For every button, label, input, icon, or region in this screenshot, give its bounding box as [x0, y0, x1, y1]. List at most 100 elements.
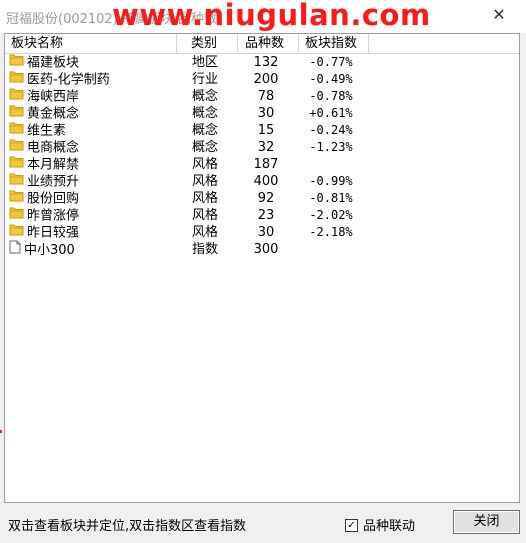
- checkbox-box[interactable]: ✓: [345, 519, 358, 532]
- sector-name: 中小300: [24, 243, 75, 258]
- sector-name: 业绩预升: [27, 174, 80, 190]
- sector-name-cell: 昨日较强: [9, 224, 177, 241]
- sector-count: 132: [253, 55, 279, 70]
- folder-icon: [9, 189, 24, 207]
- column-header-type[interactable]: 类别: [177, 34, 238, 53]
- sector-name-cell: 维生素: [9, 122, 177, 139]
- sector-index[interactable]: +0.61%: [301, 105, 361, 122]
- sector-type: 风格: [192, 174, 219, 189]
- list-item[interactable]: 业绩预升 风格 400 -0.99%: [5, 173, 519, 190]
- sector-type: 风格: [192, 225, 219, 240]
- list-item[interactable]: 维生素 概念 15 -0.24%: [5, 122, 519, 139]
- sector-type: 指数: [192, 242, 219, 257]
- status-bar: 双击查看板块并定位,双击指数区查看指数 ✓ 品种联动 关闭: [0, 505, 526, 543]
- list-item[interactable]: 福建板块 地区 132 -0.77%: [5, 54, 519, 71]
- sector-name: 电商概念: [27, 140, 80, 156]
- sector-name-cell: 海峡西岸: [9, 88, 177, 105]
- folder-icon: [9, 121, 24, 139]
- sector-index[interactable]: -2.02%: [301, 207, 361, 224]
- column-header-name[interactable]: 板块名称: [5, 34, 177, 53]
- sector-count: 23: [257, 208, 275, 223]
- sector-name: 海峡西岸: [27, 89, 80, 105]
- sector-count: 187: [253, 157, 279, 172]
- sector-name: 医药-化学制药: [27, 72, 110, 88]
- sector-type: 概念: [192, 123, 219, 138]
- sector-name-cell: 股份回购: [9, 190, 177, 207]
- folder-icon: [9, 206, 24, 224]
- sector-name-cell: 电商概念: [9, 139, 177, 156]
- sector-type: 行业: [192, 72, 219, 87]
- list-item[interactable]: 海峡西岸 概念 78 -0.78%: [5, 88, 519, 105]
- sector-list[interactable]: 板块名称 类别 品种数 板块指数 福建板块 地区 132 -0.77% 医药-化学制药 行…: [4, 33, 520, 503]
- column-header-index[interactable]: 板块指数: [299, 34, 369, 53]
- sector-index[interactable]: -0.49%: [301, 71, 361, 88]
- watermark-text: www.niugulan.com: [112, 0, 431, 32]
- sector-name-cell: 福建板块: [9, 54, 177, 71]
- sector-type: 概念: [192, 89, 219, 104]
- sector-count: 92: [257, 191, 275, 206]
- list-body: 福建板块 地区 132 -0.77% 医药-化学制药 行业 200 -0.49% 海峡西岸 概念 7…: [5, 54, 519, 258]
- hint-text: 双击查看板块并定位,双击指数区查看指数: [8, 519, 247, 534]
- close-icon[interactable]: ✕: [490, 6, 508, 24]
- sector-count: 32: [257, 140, 275, 155]
- sector-index[interactable]: -0.99%: [301, 173, 361, 190]
- sector-name: 昨曾涨停: [27, 208, 80, 224]
- sector-count: 30: [257, 106, 275, 121]
- list-item[interactable]: 电商概念 概念 32 -1.23%: [5, 139, 519, 156]
- folder-icon: [9, 155, 24, 173]
- sector-name-cell: 业绩预升: [9, 173, 177, 190]
- sector-name: 本月解禁: [27, 157, 80, 173]
- sector-type: 概念: [192, 106, 219, 121]
- folder-icon: [9, 223, 24, 241]
- sector-type: 概念: [192, 140, 219, 155]
- list-item[interactable]: 中小300 指数 300: [5, 240, 519, 259]
- sector-count: 200: [253, 72, 279, 87]
- sector-index[interactable]: -2.18%: [301, 224, 361, 241]
- linkage-label: 品种联动: [363, 519, 416, 534]
- list-item[interactable]: 医药-化学制药 行业 200 -0.49%: [5, 71, 519, 88]
- sector-type: 风格: [192, 208, 219, 223]
- sector-count: 30: [257, 225, 275, 240]
- sector-name-cell: 昨曾涨停: [9, 207, 177, 224]
- sector-name: 黄金概念: [27, 106, 80, 122]
- list-item[interactable]: 本月解禁 风格 187: [5, 156, 519, 173]
- sector-name-cell: 黄金概念: [9, 105, 177, 122]
- list-item[interactable]: 昨曾涨停 风格 23 -2.02%: [5, 207, 519, 224]
- linkage-checkbox[interactable]: ✓ 品种联动: [345, 515, 415, 534]
- sector-count: 78: [257, 89, 275, 104]
- sector-name: 福建板块: [27, 55, 80, 71]
- sector-type: 风格: [192, 191, 219, 206]
- sector-count: 15: [257, 123, 275, 138]
- sector-index[interactable]: -0.24%: [301, 122, 361, 139]
- list-item[interactable]: 股份回购 风格 92 -0.81%: [5, 190, 519, 207]
- sector-name-cell: 本月解禁: [9, 156, 177, 173]
- sector-index[interactable]: [301, 241, 361, 258]
- sector-type: 地区: [192, 55, 219, 70]
- list-header: 板块名称 类别 品种数 板块指数: [5, 34, 519, 54]
- title-bar: 冠福股份(002102) 所属板块 品种数 www.niugulan.com ✕: [0, 0, 526, 33]
- sector-name-cell: 医药-化学制药: [9, 71, 177, 88]
- sector-index[interactable]: -0.81%: [301, 190, 361, 207]
- sector-index[interactable]: -0.78%: [301, 88, 361, 105]
- folder-icon: [9, 172, 24, 190]
- edge-mark: [0, 430, 2, 433]
- sector-index[interactable]: -0.77%: [301, 54, 361, 71]
- sector-name: 昨日较强: [27, 225, 80, 241]
- column-header-count[interactable]: 品种数: [238, 34, 299, 53]
- folder-icon: [9, 138, 24, 156]
- sector-count: 300: [253, 242, 279, 257]
- sector-index[interactable]: [301, 156, 361, 173]
- folder-icon: [9, 87, 24, 105]
- sector-index[interactable]: -1.23%: [301, 139, 361, 156]
- sector-name: 维生素: [27, 123, 67, 139]
- close-button[interactable]: 关闭: [453, 510, 520, 534]
- sector-name-cell: 中小300: [9, 240, 177, 259]
- sector-name: 股份回购: [27, 191, 80, 207]
- folder-icon: [9, 104, 24, 122]
- document-icon: [9, 240, 21, 259]
- list-item[interactable]: 黄金概念 概念 30 +0.61%: [5, 105, 519, 122]
- list-item[interactable]: 昨日较强 风格 30 -2.18%: [5, 224, 519, 241]
- sector-count: 400: [253, 174, 279, 189]
- folder-icon: [9, 70, 24, 88]
- folder-icon: [9, 53, 24, 71]
